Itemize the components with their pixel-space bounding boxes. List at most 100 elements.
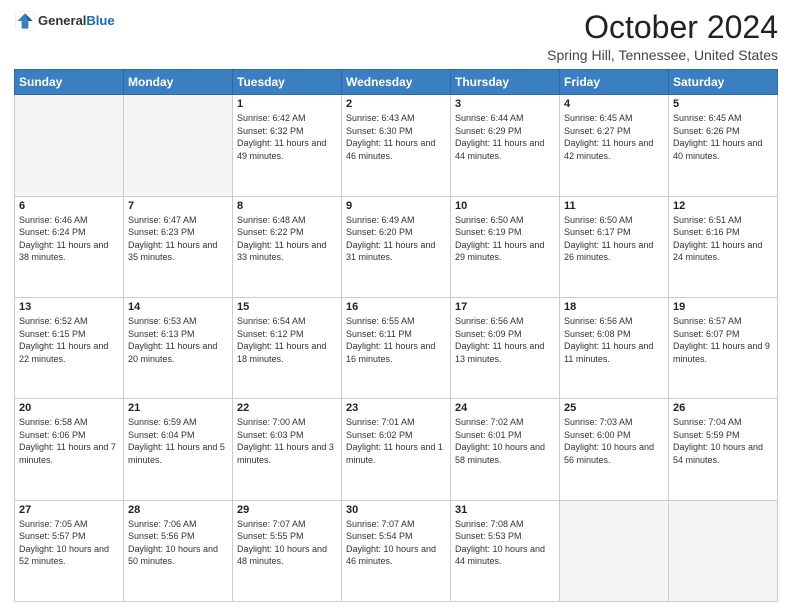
calendar-table: Sunday Monday Tuesday Wednesday Thursday…	[14, 69, 778, 602]
day-info: Sunrise: 7:01 AM Sunset: 6:02 PM Dayligh…	[346, 416, 446, 466]
day-number: 12	[673, 200, 773, 212]
day-info: Sunrise: 6:56 AM Sunset: 6:09 PM Dayligh…	[455, 315, 555, 365]
table-row: 6 Sunrise: 6:46 AM Sunset: 6:24 PM Daylig…	[15, 196, 124, 297]
table-row: 22 Sunrise: 7:00 AM Sunset: 6:03 PM Dayli…	[233, 399, 342, 500]
table-row: 5 Sunrise: 6:45 AM Sunset: 6:26 PM Daylig…	[669, 95, 778, 196]
day-number: 17	[455, 301, 555, 313]
table-row: 12 Sunrise: 6:51 AM Sunset: 6:16 PM Dayli…	[669, 196, 778, 297]
table-row: 7Sunrise: 6:47 AM Sunset: 6:23 PM Daylig…	[124, 196, 233, 297]
day-number: 5	[673, 98, 773, 110]
table-row: 3 Sunrise: 6:44 AM Sunset: 6:29 PM Daylig…	[451, 95, 560, 196]
table-row: 8 Sunrise: 6:48 AM Sunset: 6:22 PM Daylig…	[233, 196, 342, 297]
day-info: Sunrise: 7:02 AM Sunset: 6:01 PM Dayligh…	[455, 416, 555, 466]
col-sunday: Sunday	[15, 70, 124, 95]
table-row	[124, 95, 233, 196]
day-number: 13	[19, 301, 119, 313]
day-number: 3	[455, 98, 555, 110]
day-info: Sunrise: 6:51 AM Sunset: 6:16 PM Dayligh…	[673, 214, 773, 264]
day-number: 6	[19, 200, 119, 212]
table-row	[669, 500, 778, 601]
logo-icon	[14, 10, 36, 32]
logo-text: GeneralBlue	[38, 13, 115, 29]
table-row: 4 Sunrise: 6:45 AM Sunset: 6:27 PM Daylig…	[560, 95, 669, 196]
month-title: October 2024	[547, 10, 778, 45]
day-number: 25	[564, 402, 664, 414]
table-row: 11 Sunrise: 6:50 AM Sunset: 6:17 PM Dayli…	[560, 196, 669, 297]
day-info: Sunrise: 6:45 AM Sunset: 6:27 PM Dayligh…	[564, 112, 664, 162]
day-info: Sunrise: 6:44 AM Sunset: 6:29 PM Dayligh…	[455, 112, 555, 162]
table-row: 19Sunrise: 6:57 AM Sunset: 6:07 PM Dayli…	[669, 297, 778, 398]
table-row: 26 Sunrise: 7:04 AM Sunset: 5:59 PM Dayli…	[669, 399, 778, 500]
table-row: 9Sunrise: 6:49 AM Sunset: 6:20 PM Daylig…	[342, 196, 451, 297]
table-row: 23 Sunrise: 7:01 AM Sunset: 6:02 PM Dayli…	[342, 399, 451, 500]
table-row	[15, 95, 124, 196]
table-row	[560, 500, 669, 601]
table-row: 20Sunrise: 6:58 AM Sunset: 6:06 PM Dayli…	[15, 399, 124, 500]
day-number: 20	[19, 402, 119, 414]
day-number: 2	[346, 98, 446, 110]
day-info: Sunrise: 6:56 AM Sunset: 6:08 PM Dayligh…	[564, 315, 664, 365]
table-row: 16Sunrise: 6:55 AM Sunset: 6:11 PM Dayli…	[342, 297, 451, 398]
day-info: Sunrise: 6:42 AM Sunset: 6:32 PM Dayligh…	[237, 112, 337, 162]
day-info: Sunrise: 7:06 AM Sunset: 5:56 PM Dayligh…	[128, 518, 228, 568]
day-number: 15	[237, 301, 337, 313]
day-info: Sunrise: 7:04 AM Sunset: 5:59 PM Dayligh…	[673, 416, 773, 466]
day-number: 23	[346, 402, 446, 414]
day-number: 22	[237, 402, 337, 414]
table-row: 13 Sunrise: 6:52 AM Sunset: 6:15 PM Dayli…	[15, 297, 124, 398]
day-number: 30	[346, 504, 446, 516]
calendar-week-row: 20Sunrise: 6:58 AM Sunset: 6:06 PM Dayli…	[15, 399, 778, 500]
day-info: Sunrise: 6:43 AM Sunset: 6:30 PM Dayligh…	[346, 112, 446, 162]
calendar-week-row: 1Sunrise: 6:42 AM Sunset: 6:32 PM Daylig…	[15, 95, 778, 196]
day-info: Sunrise: 6:53 AM Sunset: 6:13 PM Dayligh…	[128, 315, 228, 365]
table-row: 25 Sunrise: 7:03 AM Sunset: 6:00 PM Dayli…	[560, 399, 669, 500]
col-friday: Friday	[560, 70, 669, 95]
day-number: 14	[128, 301, 228, 313]
day-info: Sunrise: 7:00 AM Sunset: 6:03 PM Dayligh…	[237, 416, 337, 466]
location: Spring Hill, Tennessee, United States	[547, 47, 778, 63]
calendar-week-row: 13 Sunrise: 6:52 AM Sunset: 6:15 PM Dayli…	[15, 297, 778, 398]
day-number: 24	[455, 402, 555, 414]
col-tuesday: Tuesday	[233, 70, 342, 95]
table-row: 10Sunrise: 6:50 AM Sunset: 6:19 PM Dayli…	[451, 196, 560, 297]
day-number: 9	[346, 200, 446, 212]
logo-general: General	[38, 13, 86, 28]
day-info: Sunrise: 7:08 AM Sunset: 5:53 PM Dayligh…	[455, 518, 555, 568]
table-row: 2 Sunrise: 6:43 AM Sunset: 6:30 PM Daylig…	[342, 95, 451, 196]
day-info: Sunrise: 6:57 AM Sunset: 6:07 PM Dayligh…	[673, 315, 773, 365]
calendar-week-row: 27Sunrise: 7:05 AM Sunset: 5:57 PM Dayli…	[15, 500, 778, 601]
table-row: 15Sunrise: 6:54 AM Sunset: 6:12 PM Dayli…	[233, 297, 342, 398]
day-number: 16	[346, 301, 446, 313]
day-number: 29	[237, 504, 337, 516]
day-info: Sunrise: 6:50 AM Sunset: 6:17 PM Dayligh…	[564, 214, 664, 264]
day-number: 18	[564, 301, 664, 313]
table-row: 28 Sunrise: 7:06 AM Sunset: 5:56 PM Dayli…	[124, 500, 233, 601]
day-number: 4	[564, 98, 664, 110]
col-thursday: Thursday	[451, 70, 560, 95]
calendar-week-row: 6 Sunrise: 6:46 AM Sunset: 6:24 PM Daylig…	[15, 196, 778, 297]
day-info: Sunrise: 7:03 AM Sunset: 6:00 PM Dayligh…	[564, 416, 664, 466]
day-info: Sunrise: 6:47 AM Sunset: 6:23 PM Dayligh…	[128, 214, 228, 264]
day-info: Sunrise: 7:07 AM Sunset: 5:55 PM Dayligh…	[237, 518, 337, 568]
day-info: Sunrise: 6:45 AM Sunset: 6:26 PM Dayligh…	[673, 112, 773, 162]
calendar-header-row: Sunday Monday Tuesday Wednesday Thursday…	[15, 70, 778, 95]
table-row: 17 Sunrise: 6:56 AM Sunset: 6:09 PM Dayli…	[451, 297, 560, 398]
col-saturday: Saturday	[669, 70, 778, 95]
header: GeneralBlue October 2024 Spring Hill, Te…	[14, 10, 778, 63]
day-info: Sunrise: 6:46 AM Sunset: 6:24 PM Dayligh…	[19, 214, 119, 264]
day-number: 26	[673, 402, 773, 414]
calendar-page: GeneralBlue October 2024 Spring Hill, Te…	[0, 0, 792, 612]
day-number: 8	[237, 200, 337, 212]
table-row: 29 Sunrise: 7:07 AM Sunset: 5:55 PM Dayli…	[233, 500, 342, 601]
day-number: 28	[128, 504, 228, 516]
table-row: 14 Sunrise: 6:53 AM Sunset: 6:13 PM Dayli…	[124, 297, 233, 398]
day-info: Sunrise: 6:48 AM Sunset: 6:22 PM Dayligh…	[237, 214, 337, 264]
day-number: 11	[564, 200, 664, 212]
day-number: 10	[455, 200, 555, 212]
table-row: 1Sunrise: 6:42 AM Sunset: 6:32 PM Daylig…	[233, 95, 342, 196]
title-block: October 2024 Spring Hill, Tennessee, Uni…	[547, 10, 778, 63]
day-info: Sunrise: 6:52 AM Sunset: 6:15 PM Dayligh…	[19, 315, 119, 365]
day-info: Sunrise: 7:05 AM Sunset: 5:57 PM Dayligh…	[19, 518, 119, 568]
table-row: 27Sunrise: 7:05 AM Sunset: 5:57 PM Dayli…	[15, 500, 124, 601]
day-info: Sunrise: 6:59 AM Sunset: 6:04 PM Dayligh…	[128, 416, 228, 466]
